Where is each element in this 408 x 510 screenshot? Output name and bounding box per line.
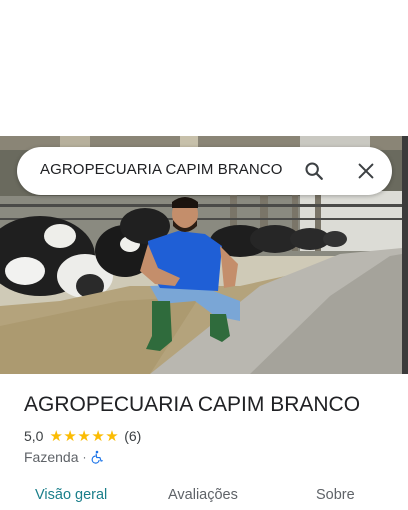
- place-title: AGROPECUARIA CAPIM BRANCO: [24, 393, 361, 416]
- review-count[interactable]: (6): [124, 428, 141, 444]
- star-icon: ★: [63, 427, 77, 445]
- separator: ·: [82, 450, 87, 464]
- close-icon[interactable]: [355, 160, 377, 182]
- star-icon: ★: [91, 427, 105, 445]
- tab-reviews[interactable]: Avaliações: [168, 487, 238, 503]
- category-row: Fazenda ·: [24, 448, 104, 466]
- wheelchair-icon: [92, 450, 104, 464]
- search-box[interactable]: AGROPECUARIA CAPIM BRANCO: [17, 147, 392, 195]
- search-input[interactable]: AGROPECUARIA CAPIM BRANCO: [40, 161, 283, 178]
- edge-strip: [402, 136, 408, 374]
- star-rating: ★ ★ ★ ★ ★: [49, 429, 119, 444]
- place-category: Fazenda: [24, 449, 79, 465]
- star-icon: ★: [77, 427, 91, 445]
- search-icon[interactable]: [303, 160, 325, 182]
- star-icon: ★: [105, 427, 119, 445]
- tab-overview[interactable]: Visão geral: [35, 487, 107, 503]
- blank-top-area: [0, 0, 408, 136]
- tab-about[interactable]: Sobre: [316, 487, 355, 503]
- rating-value: 5,0: [24, 428, 44, 444]
- star-icon: ★: [49, 427, 63, 445]
- rating-row[interactable]: 5,0 ★ ★ ★ ★ ★ (6): [24, 427, 141, 445]
- place-tabs: Visão geral Avaliações Sobre: [0, 480, 402, 510]
